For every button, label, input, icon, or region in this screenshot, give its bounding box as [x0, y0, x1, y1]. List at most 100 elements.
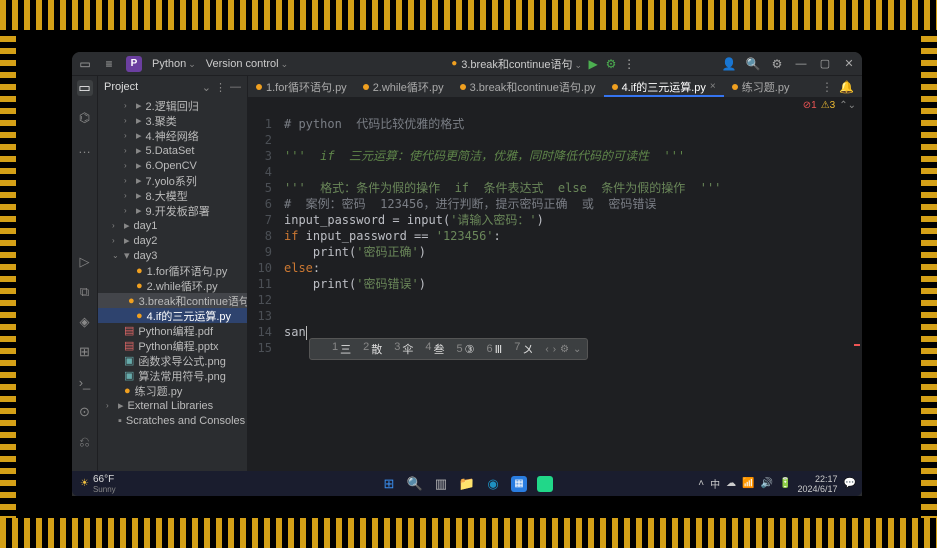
tree-item[interactable]: ›▸6.OpenCV [98, 158, 247, 173]
code-line[interactable] [284, 308, 862, 324]
tree-item[interactable]: ▤Python编程.pptx [98, 338, 247, 353]
structure-tool-icon[interactable]: ⌬ [77, 110, 93, 126]
ime-next-icon[interactable]: › [553, 344, 556, 355]
tab-more-icon[interactable]: ⋮ [821, 80, 833, 94]
project-more-icon[interactable]: ⋮ [215, 81, 226, 94]
editor-tab[interactable]: 1.for循环语句.py [248, 76, 355, 97]
python-console-icon[interactable]: ⧉ [77, 284, 93, 300]
run-button[interactable]: ▶ [586, 57, 600, 71]
project-hide-icon[interactable]: — [230, 81, 241, 94]
edge-icon[interactable]: ◉ [485, 476, 501, 492]
file-explorer-icon[interactable]: 📁 [459, 476, 475, 492]
code-line[interactable]: # 案例：密码 123456，进行判断，提示密码正确 或 密码错误 [284, 196, 862, 212]
maximize-button[interactable]: ▢ [818, 57, 832, 70]
code-content[interactable]: # python 代码比较优雅的格式 ''' if 三元运算：使代码更简洁，优雅，… [278, 112, 862, 480]
code-line[interactable]: print('密码错误') [284, 276, 862, 292]
tree-item[interactable]: ›▸7.yolo系列 [98, 173, 247, 188]
tree-item[interactable]: ●4.if的三元运算.py [98, 308, 247, 323]
project-logo[interactable]: P [126, 56, 142, 72]
tree-item[interactable]: ▣算法常用符号.png [98, 368, 247, 383]
ime-candidate[interactable]: 7 〤 [514, 341, 533, 357]
project-tree[interactable]: ›▸2.逻辑回归›▸3.聚类›▸4.神经网络›▸5.DataSet›▸6.Ope… [98, 98, 247, 480]
code-line[interactable]: ''' if 三元运算：使代码更简洁，优雅，同时降低代码的可读性 ''' [284, 148, 862, 164]
code-line[interactable] [284, 164, 862, 180]
tree-item[interactable]: ●2.while循环.py [98, 278, 247, 293]
notification-icon[interactable]: 💬 [844, 478, 856, 489]
version-control[interactable]: Version control⌄ [206, 58, 288, 70]
settings-icon[interactable]: ⚙ [770, 57, 784, 71]
code-line[interactable] [284, 132, 862, 148]
tree-item[interactable]: ›▸3.聚类 [98, 113, 247, 128]
debug-button[interactable]: ⚙ [604, 57, 618, 71]
main-menu-icon[interactable]: ▭ [78, 57, 92, 71]
tray-cloud-icon[interactable]: ☁ [726, 478, 736, 489]
notifications-icon[interactable]: 🔔 [839, 80, 854, 94]
project-name[interactable]: Python⌄ [152, 58, 196, 70]
app-icon-1[interactable]: ▦ [511, 476, 527, 492]
tree-item[interactable]: ▤Python编程.pdf [98, 323, 247, 338]
taskbar-search-icon[interactable]: 🔍 [407, 476, 423, 492]
tray-wifi-icon[interactable]: 📶 [742, 478, 754, 489]
tree-item[interactable]: ▪Scratches and Consoles [98, 413, 247, 428]
ime-candidate[interactable]: 4 叁 [425, 341, 444, 357]
pycharm-taskbar-icon[interactable] [537, 476, 553, 492]
code-line[interactable]: ''' 格式：条件为假的操作 if 条件表达式 else 条件为假的操作 ''' [284, 180, 862, 196]
code-area[interactable]: 123456789101112131415 # python 代码比较优雅的格式… [248, 112, 862, 480]
ime-candidate-bar[interactable]: 1 三2 散3 伞4 叁5 ③6 Ⅲ7 〤‹›⚙⌄ [309, 338, 588, 360]
tree-item[interactable]: ●1.for循环语句.py [98, 263, 247, 278]
ime-candidate[interactable]: 5 ③ [457, 343, 475, 356]
tree-item[interactable]: ›▸2.逻辑回归 [98, 98, 247, 113]
warning-count[interactable]: ⚠3 [821, 100, 836, 111]
ime-candidate[interactable]: 2 散 [363, 341, 382, 357]
services-icon[interactable]: ⊞ [77, 344, 93, 360]
code-line[interactable]: # python 代码比较优雅的格式 [284, 116, 862, 132]
ime-candidate[interactable]: 1 三 [332, 341, 351, 357]
code-line[interactable]: if input_password == '123456': [284, 228, 862, 244]
tree-item[interactable]: ›▸day1 [98, 218, 247, 233]
tree-item[interactable]: ›▸External Libraries [98, 398, 247, 413]
run-tool-icon[interactable]: ▷ [77, 254, 93, 270]
code-with-me-icon[interactable]: 👤 [722, 57, 736, 71]
close-button[interactable]: ✕ [842, 57, 856, 70]
system-clock[interactable]: 22:17 2024/6/17 [798, 474, 838, 494]
editor-tab[interactable]: 3.break和continue语句.py [452, 76, 604, 97]
tree-item[interactable]: ●3.break和continue语句.py [98, 293, 247, 308]
editor-tab[interactable]: 4.if的三元运算.py× [604, 76, 724, 97]
weather-widget[interactable]: ☀ 66°F Sunny [72, 474, 116, 494]
project-dropdown-icon[interactable]: ⌄ [202, 81, 211, 94]
bookmarks-tool-icon[interactable]: … [77, 140, 93, 156]
vcs-icon[interactable]: ⎌ [77, 434, 93, 450]
editor-tab[interactable]: 2.while循环.py [355, 76, 452, 97]
start-button[interactable]: ⊞ [381, 476, 397, 492]
ime-prev-icon[interactable]: ‹ [545, 344, 548, 355]
search-icon[interactable]: 🔍 [746, 57, 760, 71]
tree-item[interactable]: ⌄▾day3 [98, 248, 247, 263]
code-line[interactable]: print('密码正确') [284, 244, 862, 260]
run-config[interactable]: 3.break和continue语句⌄ [461, 56, 582, 72]
code-line[interactable]: else: [284, 260, 862, 276]
terminal-icon[interactable]: ›_ [77, 374, 93, 390]
problems-icon[interactable]: ⊙ [77, 404, 93, 420]
tree-item[interactable]: ›▸8.大模型 [98, 188, 247, 203]
tree-item[interactable]: ›▸9.开发板部署 [98, 203, 247, 218]
ime-candidate[interactable]: 3 伞 [394, 341, 413, 357]
tray-chevron-icon[interactable]: ˄ [698, 478, 704, 489]
hamburger-icon[interactable]: ≡ [102, 57, 116, 71]
code-line[interactable] [284, 292, 862, 308]
ime-tool-icon[interactable]: ⚙ [560, 344, 569, 355]
task-view-icon[interactable]: ▥ [433, 476, 449, 492]
inspection-icon[interactable]: ⌃⌄ [839, 100, 856, 111]
error-count[interactable]: ⊘1 [803, 100, 817, 111]
tree-item[interactable]: ›▸4.神经网络 [98, 128, 247, 143]
tray-battery-icon[interactable]: 🔋 [779, 478, 791, 489]
tree-item[interactable]: ▣函数求导公式.png [98, 353, 247, 368]
tray-volume-icon[interactable]: 🔊 [761, 478, 773, 489]
minimize-button[interactable]: — [794, 58, 808, 70]
tree-item[interactable]: ●练习题.py [98, 383, 247, 398]
tray-ime-lang[interactable]: 中 [710, 476, 720, 491]
project-tool-icon[interactable]: ▭ [77, 80, 93, 96]
more-actions[interactable]: ⋮ [622, 57, 636, 71]
code-line[interactable]: input_password = input('请输入密码：') [284, 212, 862, 228]
tree-item[interactable]: ›▸day2 [98, 233, 247, 248]
tree-item[interactable]: ›▸5.DataSet [98, 143, 247, 158]
